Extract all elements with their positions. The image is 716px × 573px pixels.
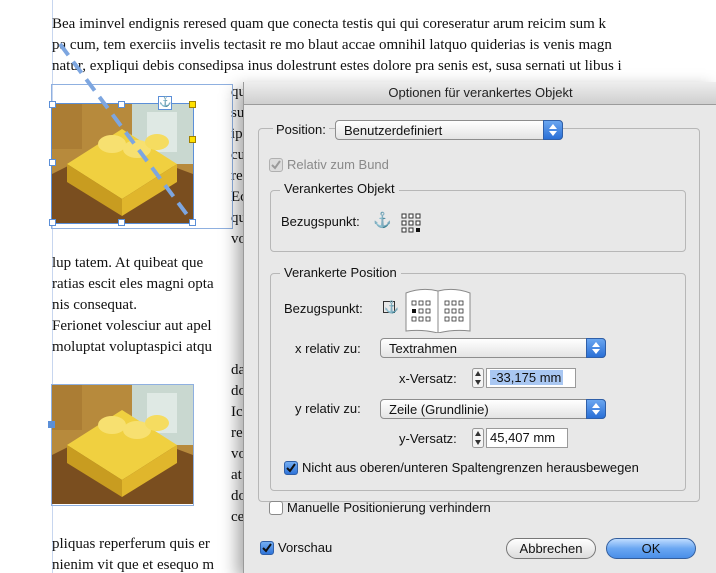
selection-handle[interactable]: [49, 101, 56, 108]
x-offset-label: x-Versatz:: [399, 371, 457, 386]
y-relative-select[interactable]: Zeile (Grundlinie): [380, 399, 606, 419]
text-line: Ic: [231, 404, 243, 420]
prevent-manual-positioning-label: Manuelle Positionierung verhindern: [287, 500, 491, 515]
anchor-icon: ⚓: [373, 212, 392, 229]
x-relative-select-value: Textrahmen: [389, 341, 457, 356]
position-label: Position:: [273, 122, 329, 138]
x-relative-select[interactable]: Textrahmen: [380, 338, 606, 358]
position-select-value: Benutzerdefiniert: [344, 123, 443, 138]
reference-point-label: Bezugspunkt:: [281, 214, 360, 229]
keep-within-columns-label: Nicht aus oberen/unteren Spaltengrenzen …: [302, 460, 639, 475]
relative-to-spine-checkbox[interactable]: [269, 158, 283, 172]
anchored-position-group-title: Verankerte Position: [280, 265, 401, 281]
selection-handle[interactable]: [118, 219, 125, 226]
text-line: re: [231, 425, 243, 441]
updown-arrows-icon: [543, 120, 563, 140]
anchor-link-line: [58, 42, 190, 218]
image-frame-2-border[interactable]: [51, 384, 194, 506]
updown-arrows-icon: [586, 399, 606, 419]
relative-to-spine-label: Relativ zum Bund: [287, 157, 389, 172]
selection-handle[interactable]: [189, 101, 196, 108]
frame-port-marker[interactable]: [48, 421, 55, 428]
text-line: Bea iminvel endignis reresed quam que co…: [52, 16, 606, 32]
reference-point-proxy[interactable]: [401, 213, 421, 233]
anchored-object-options-dialog: Optionen für verankertes Objekt Position…: [243, 82, 716, 573]
x-offset-stepper[interactable]: [472, 368, 484, 388]
text-line: nienim vit que et esequo m: [52, 557, 215, 573]
anchored-object-group-title: Verankertes Objekt: [280, 181, 399, 197]
x-relative-label: x relativ zu:: [295, 341, 361, 356]
selection-handle[interactable]: [189, 219, 196, 226]
selection-handle[interactable]: [189, 136, 196, 143]
reference-point-label-2: Bezugspunkt:: [284, 301, 363, 316]
text-line: moluptat voluptaspici atqu: [52, 339, 212, 355]
selection-handle[interactable]: [118, 101, 125, 108]
page-reference-icon: ⚓: [383, 300, 399, 314]
dialog-title[interactable]: Optionen für verankertes Objekt: [244, 82, 716, 105]
text-line: pliquas reperferum quis er: [52, 536, 210, 552]
text-line: nis consequat.: [52, 297, 137, 313]
preview-checkbox[interactable]: [260, 541, 274, 555]
y-offset-input[interactable]: 45,407 mm: [486, 428, 568, 448]
anchor-icon[interactable]: ⚓: [158, 96, 172, 110]
selection-handle[interactable]: [49, 219, 56, 226]
cancel-button[interactable]: Abbrechen: [506, 538, 596, 559]
text-line: Ferionet volesciur aut apel: [52, 318, 212, 334]
text-line: ratias escit eles magni opta: [52, 276, 214, 292]
x-offset-input[interactable]: -33,175 mm: [486, 368, 576, 388]
y-offset-label: y-Versatz:: [399, 431, 457, 446]
y-relative-select-value: Zeile (Grundlinie): [389, 402, 489, 417]
updown-arrows-icon: [586, 338, 606, 358]
prevent-manual-positioning-checkbox[interactable]: [269, 501, 283, 515]
position-select[interactable]: Benutzerdefiniert: [335, 120, 563, 140]
selection-handle[interactable]: [49, 159, 56, 166]
spread-reference-proxy[interactable]: [404, 287, 472, 333]
ok-button[interactable]: OK: [606, 538, 696, 559]
preview-label: Vorschau: [278, 540, 333, 555]
y-offset-stepper[interactable]: [472, 428, 484, 448]
text-line: lup tatem. At quibeat que: [52, 255, 204, 271]
text-line: at: [231, 467, 242, 483]
keep-within-columns-checkbox[interactable]: [284, 461, 298, 475]
y-relative-label: y relativ zu:: [295, 401, 361, 416]
x-offset-value: -33,175 mm: [490, 370, 564, 385]
